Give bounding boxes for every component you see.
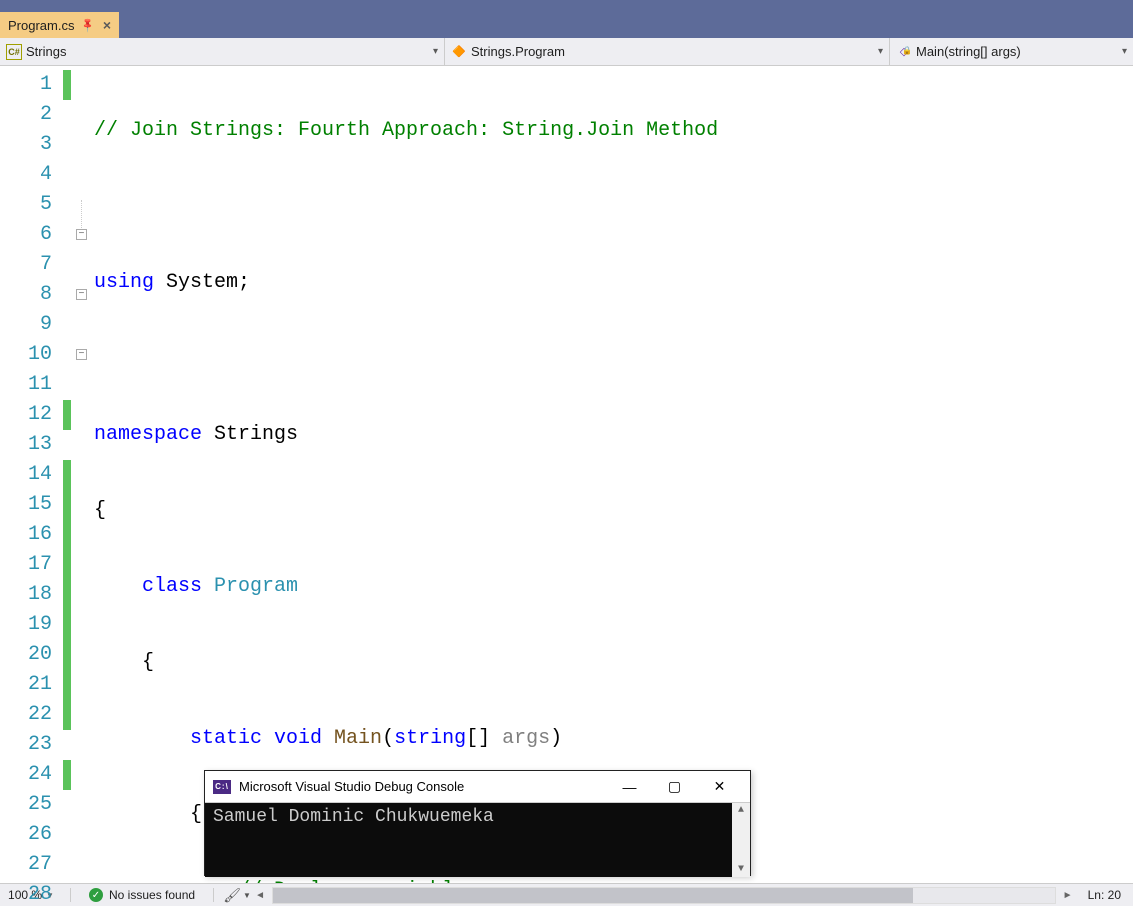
tab-row: Program.cs 📌 × (0, 10, 1133, 38)
fold-toggle[interactable]: − (76, 289, 87, 300)
issues-indicator[interactable]: ✓ No issues found (79, 888, 205, 902)
line-number: 17 (0, 550, 62, 580)
fold-column: − − − (72, 66, 94, 883)
line-number: 20 (0, 640, 62, 670)
line-number: 15 (0, 490, 62, 520)
file-tab[interactable]: Program.cs 📌 × (0, 12, 119, 38)
line-number-gutter: 1234567891011121314151617181920212223242… (0, 66, 62, 883)
class-dropdown[interactable]: 🔶 Strings.Program ▾ (445, 38, 890, 65)
line-number: 27 (0, 850, 62, 880)
method-label: Main(string[] args) (916, 44, 1021, 59)
namespace-dropdown[interactable]: C# Strings ▾ (0, 38, 445, 65)
chevron-down-icon: ▾ (433, 46, 438, 57)
class-icon: 🔶 (451, 44, 467, 60)
pin-icon[interactable]: 📌 (80, 17, 97, 34)
line-number: 1 (0, 70, 62, 100)
scrollbar-thumb[interactable] (273, 888, 913, 903)
close-icon[interactable]: × (103, 17, 111, 33)
line-number: 23 (0, 730, 62, 760)
lock-icon: 🔒 (902, 46, 912, 55)
console-output[interactable]: Samuel Dominic Chukwuemeka ▲ ▼ (205, 803, 750, 877)
console-app-icon: C:\ (213, 780, 231, 794)
line-indicator: Ln: 20 (1088, 888, 1121, 902)
context-bar: C# Strings ▾ 🔶 Strings.Program ▾ ◇ 🔒 Mai… (0, 38, 1133, 66)
maximize-button[interactable]: ▢ (652, 778, 697, 795)
line-number: 11 (0, 370, 62, 400)
line-number: 24 (0, 760, 62, 790)
line-number: 6 (0, 220, 62, 250)
window-title-bar (0, 0, 1133, 10)
method-dropdown[interactable]: ◇ 🔒 Main(string[] args) ▾ (890, 38, 1133, 65)
class-label: Strings.Program (471, 44, 565, 59)
line-number: 19 (0, 610, 62, 640)
line-number: 7 (0, 250, 62, 280)
line-number: 25 (0, 790, 62, 820)
console-title: Microsoft Visual Studio Debug Console (239, 779, 464, 794)
scroll-left-icon[interactable]: ◄ (252, 890, 268, 901)
scroll-up-icon[interactable]: ▲ (732, 803, 750, 818)
line-number: 4 (0, 160, 62, 190)
line-number: 22 (0, 700, 62, 730)
line-number: 2 (0, 100, 62, 130)
debug-console-window[interactable]: C:\ Microsoft Visual Studio Debug Consol… (204, 770, 751, 876)
line-number: 8 (0, 280, 62, 310)
line-number: 16 (0, 520, 62, 550)
horizontal-scrollbar[interactable] (272, 887, 1056, 904)
issues-text: No issues found (109, 888, 195, 902)
line-number: 12 (0, 400, 62, 430)
console-scrollbar[interactable]: ▲ ▼ (732, 803, 750, 877)
line-number: 18 (0, 580, 62, 610)
line-number: 3 (0, 130, 62, 160)
console-output-text: Samuel Dominic Chukwuemeka (213, 807, 494, 827)
line-number: 21 (0, 670, 62, 700)
line-number: 26 (0, 820, 62, 850)
line-number: 28 (0, 880, 62, 906)
line-number: 10 (0, 340, 62, 370)
scroll-right-icon[interactable]: ► (1060, 890, 1076, 901)
console-titlebar[interactable]: C:\ Microsoft Visual Studio Debug Consol… (205, 771, 750, 803)
tab-filename: Program.cs (8, 18, 74, 33)
status-bar: 100 % ▼ ✓ No issues found 🖌 ▼ ◄ ► Ln: 20 (0, 883, 1133, 906)
csharp-icon: C# (6, 44, 22, 60)
line-number: 14 (0, 460, 62, 490)
fold-toggle[interactable]: − (76, 229, 87, 240)
fold-toggle[interactable]: − (76, 349, 87, 360)
minimize-button[interactable]: — (607, 779, 652, 795)
brush-icon: 🖌 (223, 887, 241, 904)
separator (213, 888, 214, 902)
cursor-position[interactable]: Ln: 20 (1076, 888, 1133, 902)
scroll-down-icon[interactable]: ▼ (732, 862, 750, 877)
chevron-down-icon: ▼ (243, 891, 251, 900)
namespace-label: Strings (26, 44, 66, 59)
code-editor[interactable]: 1234567891011121314151617181920212223242… (0, 66, 1133, 883)
line-number: 9 (0, 310, 62, 340)
close-button[interactable]: ✕ (697, 778, 742, 795)
chevron-down-icon: ▾ (878, 46, 883, 57)
cleanup-dropdown[interactable]: 🖌 ▼ (222, 887, 252, 904)
change-indicator-column (62, 66, 72, 883)
chevron-down-icon: ▾ (1122, 46, 1127, 57)
line-number: 13 (0, 430, 62, 460)
code-content[interactable]: // Join Strings: Fourth Approach: String… (94, 66, 1133, 883)
line-number: 5 (0, 190, 62, 220)
